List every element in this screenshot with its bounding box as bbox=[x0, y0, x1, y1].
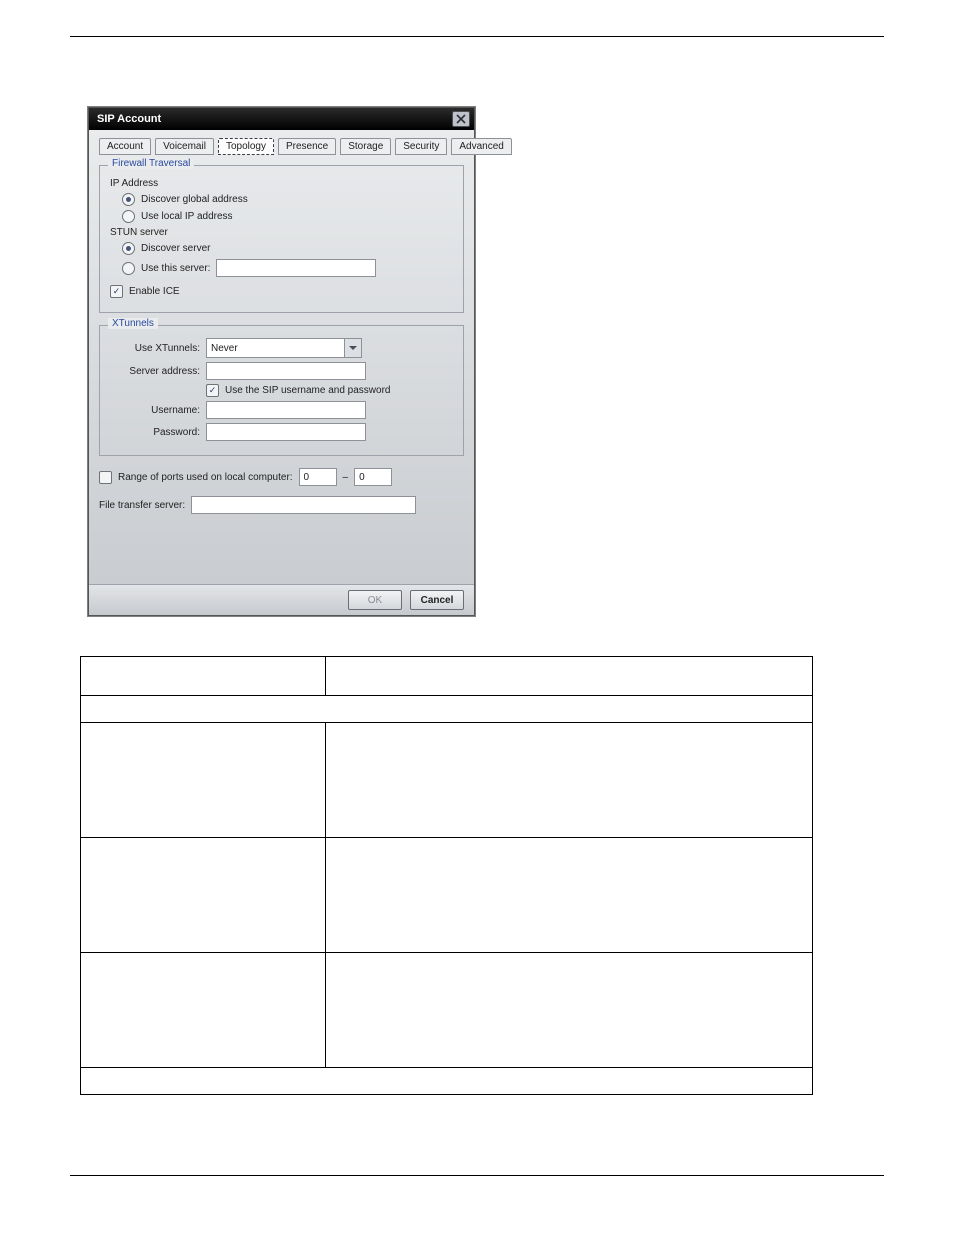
chevron-down-icon bbox=[344, 339, 361, 357]
group-firewall-traversal: Firewall Traversal IP Address Discover g… bbox=[99, 165, 464, 313]
use-xtunnels-label: Use XTunnels: bbox=[110, 343, 200, 354]
port-dash: – bbox=[343, 472, 349, 483]
tab-bar: Account Voicemail Topology Presence Stor… bbox=[99, 138, 464, 155]
table-row bbox=[81, 953, 813, 1068]
page-rule-bottom bbox=[70, 1175, 884, 1176]
ok-button-label: OK bbox=[368, 595, 382, 606]
stun-server-input[interactable] bbox=[216, 259, 376, 277]
ports-row: Range of ports used on local computer: – bbox=[99, 468, 464, 486]
table-row bbox=[81, 723, 813, 838]
radio-discover-global-label: Discover global address bbox=[141, 194, 248, 205]
tab-advanced[interactable]: Advanced bbox=[451, 138, 511, 155]
table-row bbox=[81, 696, 813, 723]
tab-account[interactable]: Account bbox=[99, 138, 151, 155]
port-to-input[interactable] bbox=[354, 468, 392, 486]
fts-label: File transfer server: bbox=[99, 500, 185, 511]
dialog-titlebar: SIP Account bbox=[89, 108, 474, 130]
check-port-range[interactable] bbox=[99, 471, 112, 484]
dialog-body: Account Voicemail Topology Presence Stor… bbox=[89, 130, 474, 584]
cancel-button-label: Cancel bbox=[421, 595, 454, 606]
xt-username-input[interactable] bbox=[206, 401, 366, 419]
radio-discover-global[interactable] bbox=[122, 193, 135, 206]
fts-input[interactable] bbox=[191, 496, 416, 514]
radio-stun-use-server-label: Use this server: bbox=[141, 263, 210, 274]
ok-button[interactable]: OK bbox=[348, 590, 402, 610]
page-rule-top bbox=[70, 36, 884, 37]
xt-password-label: Password: bbox=[110, 427, 200, 438]
check-enable-ice-label: Enable ICE bbox=[129, 286, 180, 297]
radio-stun-use-server[interactable] bbox=[122, 262, 135, 275]
check-use-sip-creds-label: Use the SIP username and password bbox=[225, 385, 390, 396]
tab-presence[interactable]: Presence bbox=[278, 138, 336, 155]
port-range-label: Range of ports used on local computer: bbox=[118, 472, 293, 483]
dialog-footer: OK Cancel bbox=[89, 584, 474, 615]
port-from-input[interactable] bbox=[299, 468, 337, 486]
xt-server-label: Server address: bbox=[110, 366, 200, 377]
table-row bbox=[81, 1068, 813, 1095]
table-row bbox=[81, 657, 813, 696]
fts-row: File transfer server: bbox=[99, 496, 464, 514]
xt-server-input[interactable] bbox=[206, 362, 366, 380]
xt-username-label: Username: bbox=[110, 405, 200, 416]
dialog-title: SIP Account bbox=[97, 113, 161, 125]
group-xtunnels: XTunnels Use XTunnels: Never Server addr… bbox=[99, 325, 464, 456]
cancel-button[interactable]: Cancel bbox=[410, 590, 464, 610]
description-table bbox=[80, 656, 813, 1095]
close-button[interactable] bbox=[452, 111, 470, 127]
radio-stun-discover-label: Discover server bbox=[141, 243, 210, 254]
xt-password-input[interactable] bbox=[206, 423, 366, 441]
radio-stun-discover[interactable] bbox=[122, 242, 135, 255]
group-xtunnels-legend: XTunnels bbox=[108, 318, 158, 329]
check-use-sip-creds[interactable] bbox=[206, 384, 219, 397]
stun-server-label: STUN server bbox=[110, 227, 453, 238]
use-xtunnels-value: Never bbox=[211, 343, 238, 354]
ip-address-label: IP Address bbox=[110, 178, 453, 189]
tab-security[interactable]: Security bbox=[395, 138, 447, 155]
use-xtunnels-select[interactable]: Never bbox=[206, 338, 362, 358]
check-enable-ice[interactable] bbox=[110, 285, 123, 298]
radio-use-local-ip[interactable] bbox=[122, 210, 135, 223]
tab-topology[interactable]: Topology bbox=[218, 138, 274, 155]
group-firewall-legend: Firewall Traversal bbox=[108, 158, 194, 169]
close-icon bbox=[456, 114, 466, 124]
tab-voicemail[interactable]: Voicemail bbox=[155, 138, 214, 155]
radio-use-local-ip-label: Use local IP address bbox=[141, 211, 233, 222]
table-row bbox=[81, 838, 813, 953]
tab-storage[interactable]: Storage bbox=[340, 138, 391, 155]
sip-account-dialog: SIP Account Account Voicemail Topology P… bbox=[88, 107, 475, 616]
